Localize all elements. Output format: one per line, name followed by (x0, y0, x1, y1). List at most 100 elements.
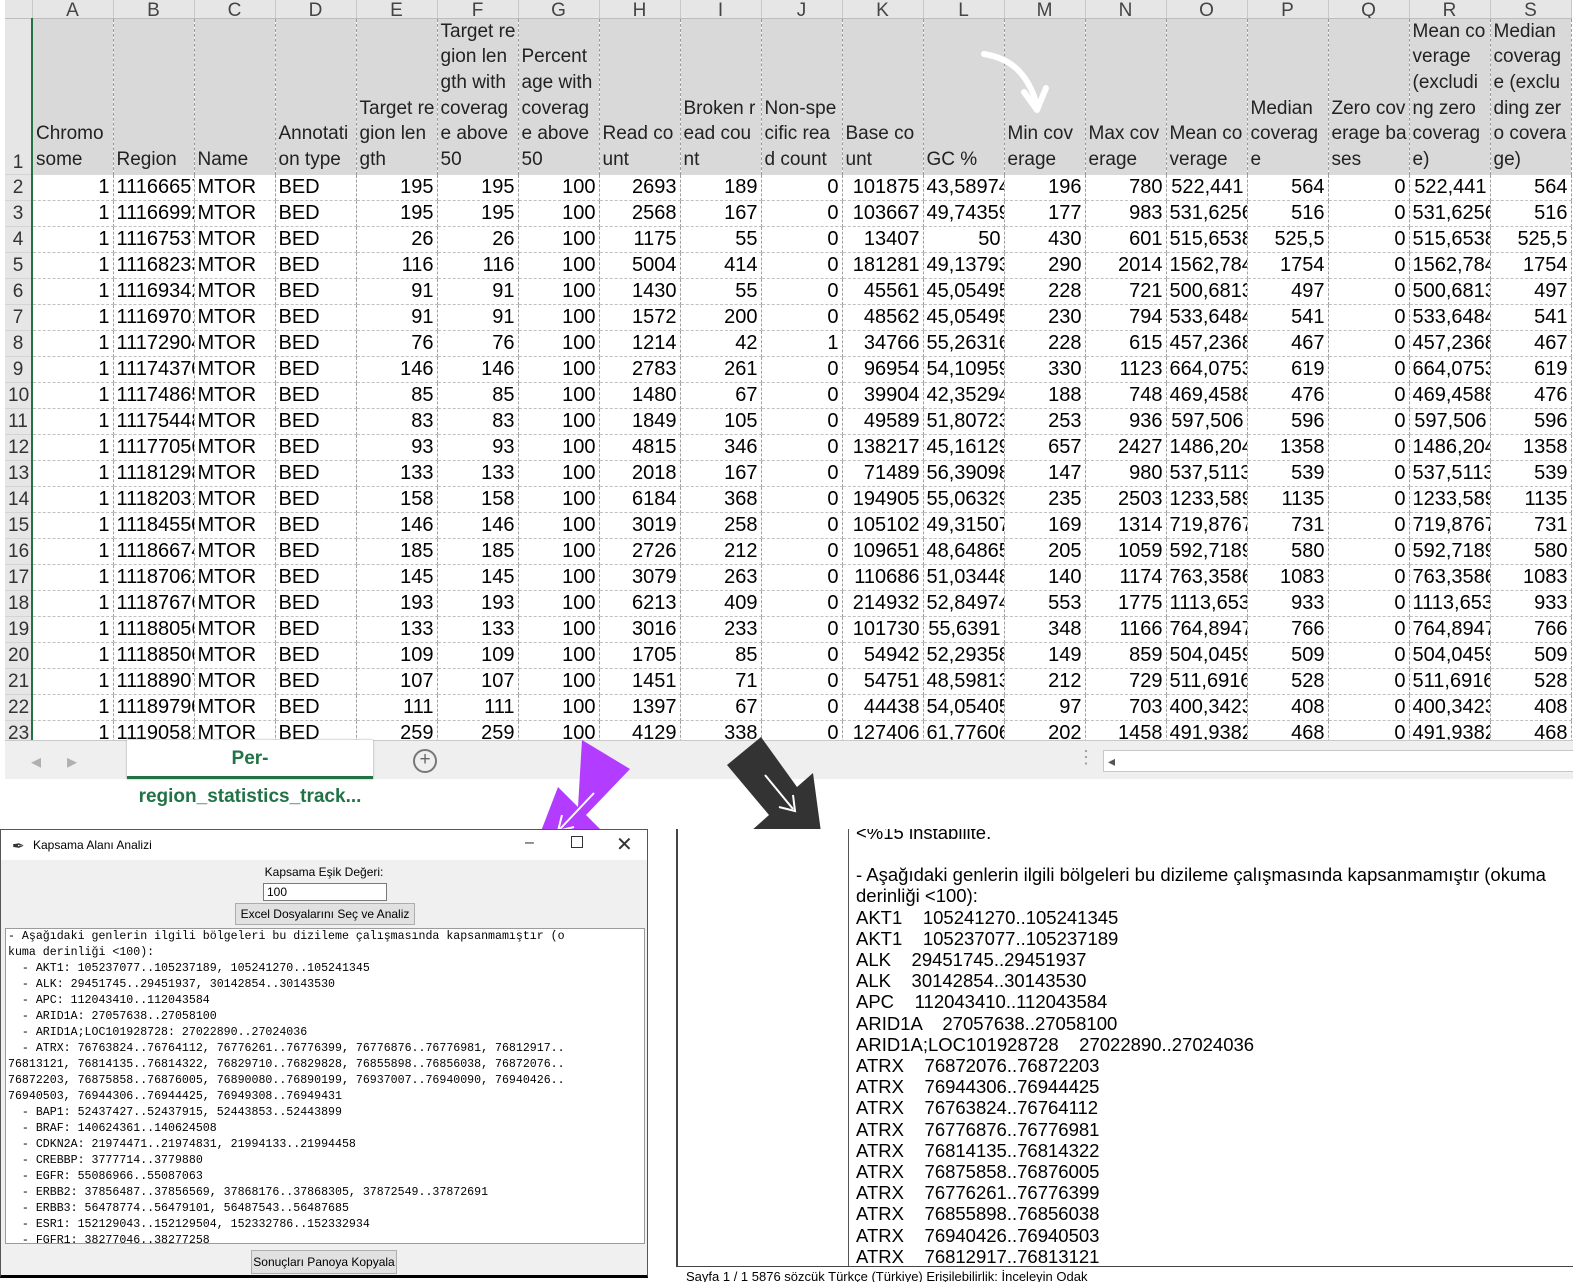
table-cell[interactable]: MTOR (194, 278, 276, 306)
table-cell[interactable]: 1 (31, 642, 114, 670)
row-number[interactable]: 6 (5, 278, 33, 306)
column-header-f[interactable]: F (437, 0, 519, 19)
window-titlebar[interactable]: ✒ Kapsama Alanı Analizi – ✕ (1, 830, 647, 860)
table-cell[interactable]: 1 (31, 278, 114, 306)
table-cell[interactable]: BED (275, 200, 357, 228)
select-and-analyze-button[interactable]: Excel Dosyalarını Seç ve Analiz Et (235, 903, 415, 941)
table-cell[interactable]: MTOR (194, 512, 276, 540)
document-body[interactable]: <%15 instabilite. - Aşağıdaki genlerin i… (856, 829, 1573, 1267)
table-cell[interactable]: 983 (1085, 200, 1167, 228)
table-cell[interactable]: 100 (518, 252, 600, 280)
table-cell[interactable]: 0 (1328, 616, 1410, 644)
table-cell[interactable]: 731 (1247, 512, 1329, 540)
table-cell[interactable]: 500,6813 (1409, 278, 1491, 306)
header-cell[interactable]: Median coverage (1247, 18, 1329, 175)
row-number[interactable]: 9 (5, 356, 33, 384)
table-cell[interactable]: MTOR (194, 460, 276, 488)
table-cell[interactable]: 11174865.. (113, 382, 195, 410)
table-cell[interactable]: 619 (1247, 356, 1329, 384)
table-cell[interactable]: 48,59813 (923, 668, 1005, 696)
table-cell[interactable]: 52,29358 (923, 642, 1005, 670)
table-cell[interactable]: 522,441 (1166, 174, 1248, 202)
table-cell[interactable]: 1 (31, 434, 114, 462)
table-cell[interactable]: 177 (1004, 200, 1086, 228)
column-header-o[interactable]: O (1166, 0, 1248, 19)
table-cell[interactable]: 181281 (842, 252, 924, 280)
table-cell[interactable]: 11188506.. (113, 642, 195, 670)
table-cell[interactable]: 0 (761, 538, 843, 566)
table-cell[interactable]: 469,4588 (1166, 382, 1248, 410)
table-cell[interactable]: 85 (437, 382, 519, 410)
row-number[interactable]: 19 (5, 616, 33, 644)
table-cell[interactable]: 11169701.. (113, 304, 195, 332)
table-cell[interactable]: 51,03448 (923, 564, 1005, 592)
table-cell[interactable]: 83 (437, 408, 519, 436)
table-cell[interactable]: 45,05495 (923, 304, 1005, 332)
table-cell[interactable]: 147 (1004, 460, 1086, 488)
table-cell[interactable]: 100 (518, 590, 600, 618)
table-cell[interactable]: 597,506 (1409, 408, 1491, 436)
table-cell[interactable]: 185 (356, 538, 438, 566)
table-cell[interactable]: 169 (1004, 512, 1086, 540)
table-cell[interactable]: 457,2368 (1166, 330, 1248, 358)
table-cell[interactable]: 1 (761, 330, 843, 358)
table-cell[interactable]: 100 (518, 538, 600, 566)
table-cell[interactable]: BED (275, 382, 357, 410)
table-cell[interactable]: 1 (31, 590, 114, 618)
table-cell[interactable]: 49,31507 (923, 512, 1005, 540)
table-cell[interactable]: 1 (31, 252, 114, 280)
table-cell[interactable]: 11168233.. (113, 252, 195, 280)
table-cell[interactable]: 100 (518, 226, 600, 254)
table-cell[interactable]: 1486,204 (1166, 434, 1248, 462)
table-cell[interactable]: 1754 (1247, 252, 1329, 280)
table-cell[interactable]: 48,64865 (923, 538, 1005, 566)
table-cell[interactable]: 408 (1247, 694, 1329, 722)
table-cell[interactable]: 91 (356, 304, 438, 332)
table-cell[interactable]: 0 (1328, 590, 1410, 618)
table-cell[interactable]: 564 (1247, 174, 1329, 202)
table-cell[interactable]: 1358 (1247, 434, 1329, 462)
table-cell[interactable]: 748 (1085, 382, 1167, 410)
table-cell[interactable]: 100 (518, 356, 600, 384)
table-cell[interactable]: 2014 (1085, 252, 1167, 280)
table-cell[interactable]: 0 (1328, 642, 1410, 670)
table-cell[interactable]: 1059 (1085, 538, 1167, 566)
table-cell[interactable]: 167 (680, 200, 762, 228)
table-cell[interactable]: 1214 (599, 330, 681, 358)
table-cell[interactable]: 71 (680, 668, 762, 696)
table-cell[interactable]: 533,6484 (1166, 304, 1248, 332)
table-cell[interactable]: 54751 (842, 668, 924, 696)
column-header-a[interactable]: A (32, 0, 114, 19)
table-cell[interactable]: 1314 (1085, 512, 1167, 540)
table-cell[interactable]: 11167537.. (113, 226, 195, 254)
table-cell[interactable]: 596 (1490, 408, 1572, 436)
table-cell[interactable]: 11174370.. (113, 356, 195, 384)
table-cell[interactable]: 11166992.. (113, 200, 195, 228)
table-cell[interactable]: 4815 (599, 434, 681, 462)
table-cell[interactable]: 467 (1490, 330, 1572, 358)
table-cell[interactable]: 54,10959 (923, 356, 1005, 384)
header-cell[interactable]: Name (194, 18, 276, 175)
row-number[interactable]: 2 (5, 174, 33, 202)
table-cell[interactable]: 0 (1328, 538, 1410, 566)
table-cell[interactable]: 11172904.. (113, 330, 195, 358)
table-cell[interactable]: 348 (1004, 616, 1086, 644)
table-cell[interactable]: 0 (761, 174, 843, 202)
table-cell[interactable]: 528 (1247, 668, 1329, 696)
table-cell[interactable]: 11187062.. (113, 564, 195, 592)
table-cell[interactable]: 26 (437, 226, 519, 254)
table-cell[interactable]: 1397 (599, 694, 681, 722)
table-cell[interactable]: BED (275, 278, 357, 306)
row-number[interactable]: 4 (5, 226, 33, 254)
table-cell[interactable]: 6213 (599, 590, 681, 618)
row-number[interactable]: 5 (5, 252, 33, 280)
table-cell[interactable]: BED (275, 434, 357, 462)
table-cell[interactable]: 1113,653 (1166, 590, 1248, 618)
table-cell[interactable]: 0 (1328, 252, 1410, 280)
table-cell[interactable]: 100 (518, 668, 600, 696)
table-cell[interactable]: 105102 (842, 512, 924, 540)
table-cell[interactable]: 1 (31, 512, 114, 540)
table-cell[interactable]: 158 (437, 486, 519, 514)
table-cell[interactable]: 1 (31, 694, 114, 722)
table-cell[interactable]: MTOR (194, 174, 276, 202)
